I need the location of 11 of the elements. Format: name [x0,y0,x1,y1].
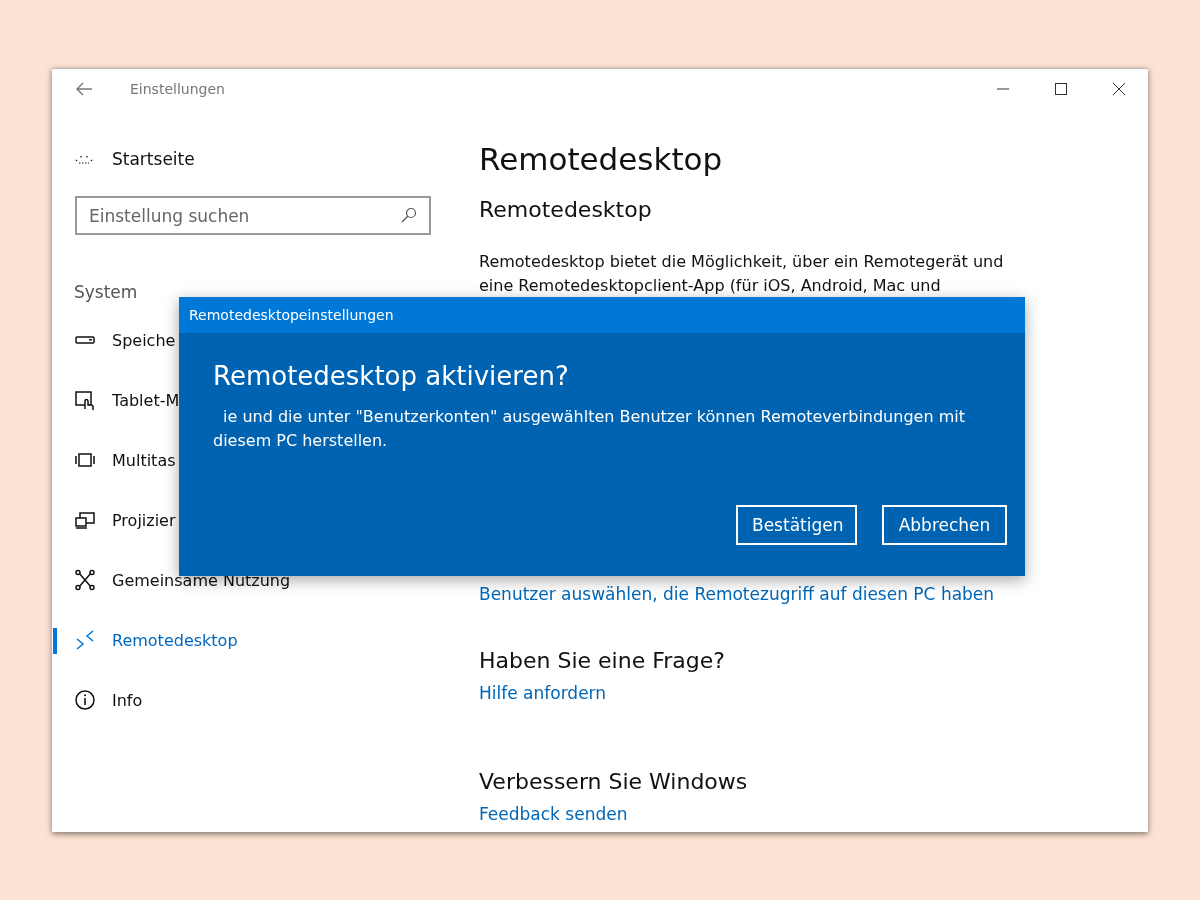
section-label: System [74,282,139,302]
window-title: Einstellungen [130,81,225,97]
page-title: Remotedesktop [479,140,724,179]
dialog-heading: Remotedesktop aktivieren? [213,361,570,391]
section-heading: Haben Sie eine Frage? [479,648,726,673]
description-line: eine Remotedesktopclient-App (für iOS, Android, Mac und [479,275,942,297]
description-line: Remotedesktop bietet die Möglichkeit, über ein Remotegerät und [479,251,1005,273]
dialog-title: Remotedesktopeinstellungen [179,297,1025,333]
dialog-message: ie und die unter "Benutzerkonten" ausgewählten Benutzer können Remoteverbindungen mit diesem PC herstellen. [213,406,966,452]
section-heading: Verbessern Sie Windows [479,769,749,794]
section-heading: Remotedesktop [479,197,653,222]
